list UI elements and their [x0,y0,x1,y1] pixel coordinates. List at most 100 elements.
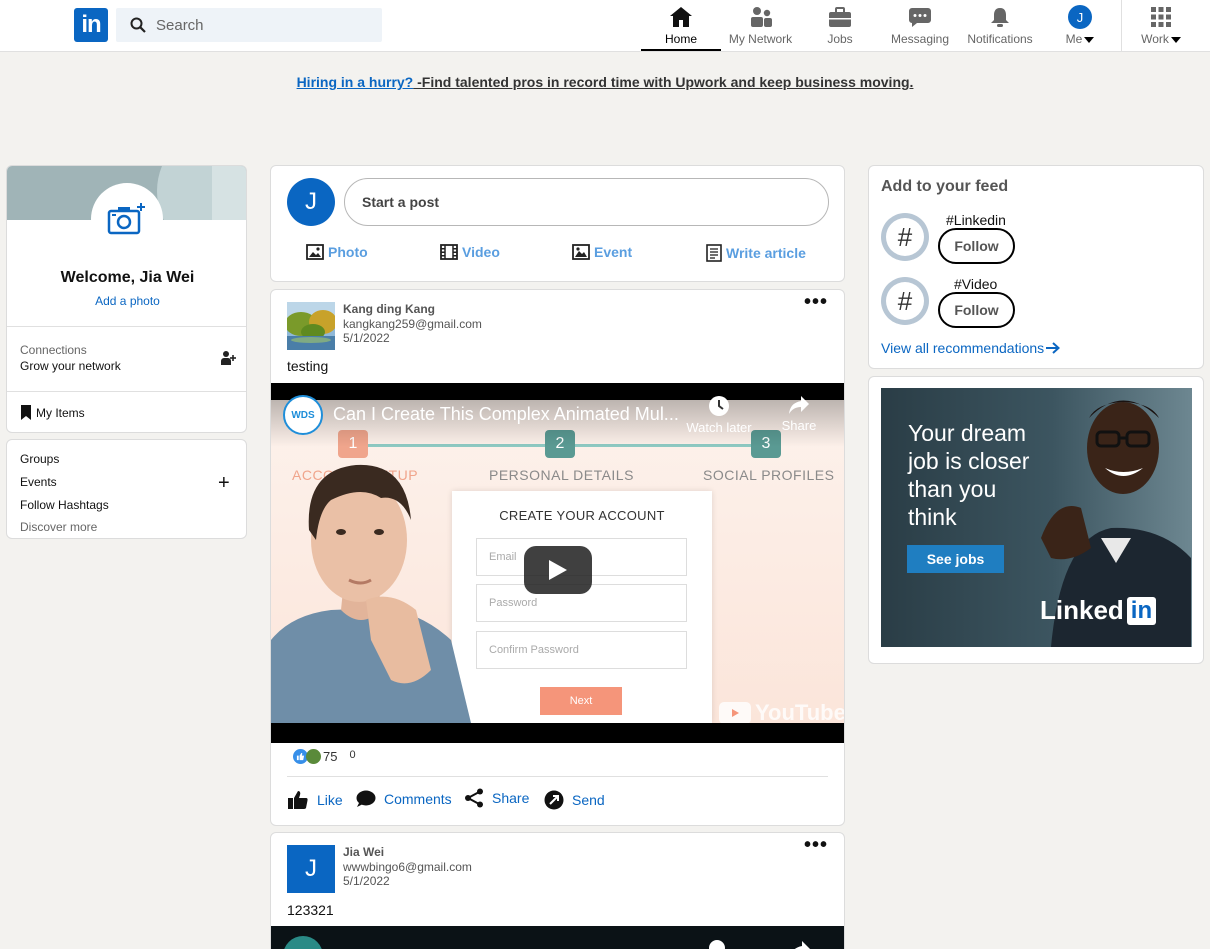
video-title[interactable]: Can I Create This Complex Animated Mul..… [333,404,679,425]
write-article-button[interactable]: Write article [706,244,806,262]
follow-hashtags-link[interactable]: Follow Hashtags [20,498,109,512]
author-avatar[interactable] [287,302,335,350]
video-player[interactable] [271,926,844,949]
nav-jobs[interactable]: Jobs [810,0,870,51]
write-article-label: Write article [726,245,806,261]
channel-avatar [283,936,323,949]
search-input[interactable] [156,16,376,34]
video-button[interactable]: Video [440,244,500,260]
arrow-right-icon [1046,342,1061,354]
divider [7,391,246,392]
more-options-icon[interactable]: ••• [804,835,828,855]
nav-me[interactable]: J Me [1058,0,1102,51]
job-ad-banner[interactable]: Your dream job is closer than you think … [881,388,1192,647]
add-to-feed-card: Add to your feed # #Linkedin Follow # #V… [868,165,1204,369]
communities-card: Groups Events + Follow Hashtags Discover… [6,439,247,539]
form-field: Confirm Password [476,631,687,669]
camera-add-icon [107,203,145,235]
like-button[interactable]: Like [287,790,343,810]
form-title: CREATE YOUR ACCOUNT [499,508,665,523]
post-author[interactable]: Jia Wei [343,845,384,859]
author-avatar[interactable]: J [287,845,335,893]
post-author[interactable]: Kang ding Kang [343,302,435,316]
nav-my-network-label: My Network [728,32,793,46]
comments-label: Comments [384,791,452,807]
video-form: CREATE YOUR ACCOUNT Email Password Confi… [452,491,712,723]
photo-button[interactable]: Photo [306,244,368,260]
hashtag-avatar[interactable]: # [881,213,929,261]
event-icon [572,244,590,260]
add-person-icon[interactable] [220,350,236,371]
search-bar[interactable] [116,8,382,42]
video-label: Video [462,244,500,260]
hashtag-name[interactable]: #Linkedin [946,212,1006,228]
linkedin-ad-logo: Linked in [1040,595,1157,626]
linkedin-logo[interactable]: in [74,8,108,42]
discover-more-link[interactable]: Discover more [20,520,97,534]
grid-icon [1148,4,1174,30]
briefcase-icon [827,4,853,30]
reactions-summary[interactable]: 75 0 [293,749,356,764]
youtube-watermark[interactable]: YouTube [719,700,844,723]
send-button[interactable]: Send [544,790,605,810]
nav-home[interactable]: Home [641,0,721,51]
events-link[interactable]: Events [20,475,57,489]
add-photo-link[interactable]: Add a photo [7,294,246,308]
nav-messaging-label: Messaging [890,32,950,46]
avatar[interactable]: J [287,178,335,226]
send-label: Send [572,792,605,808]
banner-link[interactable]: Hiring in a hurry? [297,74,414,90]
video-player[interactable]: 1 2 3 ACCOUNT SETUP PERSONAL DETAILS SOC… [271,383,844,743]
hashtag-icon: # [886,282,924,320]
follow-button[interactable]: Follow [938,228,1015,264]
hashtag-name[interactable]: #Video [954,276,997,292]
feed-post: Kang ding Kang kangkang259@gmail.com 5/1… [270,289,845,826]
profile-card: Welcome, Jia Wei Add a photo Connections… [6,165,247,433]
start-post-button[interactable]: Start a post [344,178,829,226]
nav-notifications[interactable]: Notifications [964,0,1036,51]
step-label: SOCIAL PROFILES [703,467,835,483]
caret-down-icon [1084,36,1095,43]
hashtag-avatar[interactable]: # [881,277,929,325]
watch-later-button[interactable]: Watch later [683,395,755,435]
follow-button[interactable]: Follow [938,292,1015,328]
connections-label[interactable]: Connections [20,343,87,357]
channel-avatar[interactable]: WDS [283,395,323,435]
more-options-icon[interactable]: ••• [804,292,828,312]
see-jobs-button[interactable]: See jobs [907,545,1004,573]
like-label: Like [317,792,343,808]
divider [287,776,828,777]
groups-link[interactable]: Groups [20,452,59,466]
grow-network-link[interactable]: Grow your network [20,359,121,373]
profile-photo[interactable] [91,183,163,255]
event-button[interactable]: Event [572,244,632,260]
banner-text[interactable]: -Find talented pros in record time with … [413,74,913,90]
nav-my-network[interactable]: My Network [723,0,798,51]
view-all-recommendations-link[interactable]: View all recommendations [881,340,1061,356]
promo-banner: Hiring in a hurry? -Find talented pros i… [0,74,1210,90]
post-email: wwwbingo6@gmail.com [343,860,472,874]
clock-icon [709,940,725,949]
thumbs-up-icon [287,790,309,810]
nav-divider [1121,0,1122,51]
plus-icon[interactable]: + [218,473,230,493]
share-arrow-icon [789,396,809,414]
nav-work[interactable]: Work [1136,0,1186,51]
step-label: PERSONAL DETAILS [489,467,634,483]
comment-count[interactable]: 0 [349,749,355,761]
share-button[interactable]: Share [464,788,529,808]
comment-button[interactable]: Comments [356,790,452,808]
search-icon [130,17,146,33]
clock-icon [709,396,729,416]
share-icon [464,788,484,808]
nav-messaging[interactable]: Messaging [886,0,954,51]
nav-notifications-label: Notifications [967,32,1033,46]
video-share-label: Share [781,418,817,433]
reaction-count: 75 [323,749,338,764]
play-button[interactable] [524,546,592,594]
my-items-link[interactable]: My Items [20,405,85,420]
welcome-title: Welcome, Jia Wei [60,269,195,286]
post-date: 5/1/2022 [343,874,390,888]
ad-card: Your dream job is closer than you think … [868,376,1204,664]
video-share-button[interactable]: Share [776,395,822,433]
